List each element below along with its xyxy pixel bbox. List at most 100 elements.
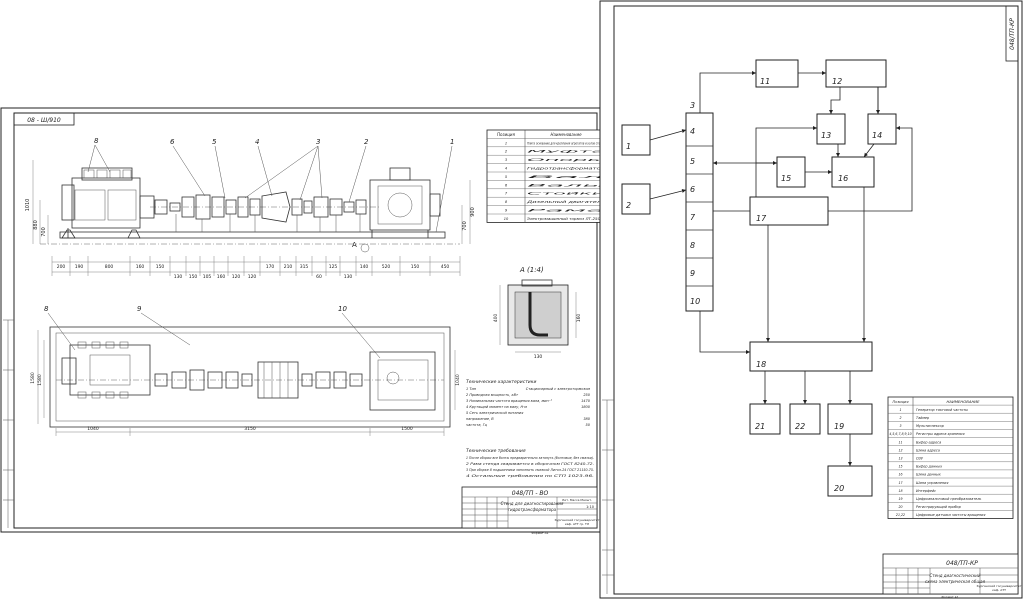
svg-text:5: 5 [690, 157, 695, 166]
svg-text:130: 130 [174, 274, 183, 280]
svg-text:15: 15 [781, 174, 791, 183]
svg-text:450: 450 [441, 264, 450, 270]
note-line: 3 При сборке 8 подшипники заполнить смаз… [466, 468, 594, 472]
legend-row-pos: 2 [899, 416, 901, 420]
svg-text:Формат А1: Формат А1 [531, 531, 548, 535]
section-mark: А [352, 241, 357, 249]
legend-row-pos: 20 [898, 505, 902, 509]
svg-text:4: 4 [690, 127, 695, 136]
svg-text:12: 12 [832, 77, 842, 86]
legend-table: Позиция НАИМЕНОВАНИЕ 1 Генератор тактовой ч… [887, 396, 1014, 519]
left-sheet: 08 - Ш/910 А 8 6 5 4 3 2 1 1010 880 700 … [0, 107, 610, 535]
svg-text:Технические характеристики: Технические характеристики [466, 379, 536, 385]
section-title: А (1:4) [519, 266, 544, 274]
callout-8: 8 [94, 137, 99, 145]
svg-text:210: 210 [284, 264, 293, 270]
svg-text:60: 60 [316, 274, 322, 280]
column-label-3: 3 [690, 101, 695, 110]
left-title-code: 048/ТП - ВО [512, 490, 549, 497]
parts-row-pos: 10 [504, 217, 509, 221]
right-stamp-code: 048/ТП-КР [1009, 18, 1016, 50]
svg-text:120: 120 [232, 274, 241, 280]
parts-row-name: Стойки [527, 192, 605, 196]
tech-value: 250 [583, 393, 590, 397]
svg-text:1040: 1040 [87, 426, 99, 432]
legend-row-pos: 13 [898, 457, 902, 461]
svg-text:19: 19 [834, 422, 844, 431]
svg-text:Лит. Масса Масшт.: Лит. Масса Масшт. [562, 498, 592, 502]
technical-drawing: 08 - Ш/910 А 8 6 5 4 3 2 1 1010 880 700 … [0, 0, 1023, 599]
legend-row-pos: 1 [899, 408, 901, 412]
tech-label: частота, Гц [466, 423, 488, 427]
legend-row-pos: 16 [898, 473, 902, 477]
svg-text:1:10: 1:10 [586, 505, 594, 509]
svg-text:1: 1 [626, 142, 631, 151]
svg-text:Технические требования: Технические требования [466, 448, 526, 454]
legend-row-pos: 18 [898, 489, 902, 493]
svg-text:170: 170 [266, 264, 275, 270]
callout-5: 5 [212, 138, 217, 146]
legend-header-name: НАИМЕНОВАНИЕ [946, 399, 980, 404]
svg-text:8: 8 [690, 241, 695, 250]
parts-row-name: Гидротрансформатор [527, 167, 605, 171]
svg-text:14: 14 [872, 131, 882, 140]
legend-row-pos: 3 [899, 424, 901, 428]
parts-row-name: Электромашинный тормоз ЛТ-250 М [526, 217, 606, 221]
parts-row-name: Опоры [527, 158, 609, 162]
svg-text:520: 520 [382, 264, 391, 270]
svg-text:1040: 1040 [455, 374, 461, 386]
register-column [685, 112, 714, 312]
svg-text:160: 160 [217, 274, 226, 280]
svg-text:160: 160 [576, 314, 582, 323]
legend-row-pos: 15 [898, 465, 902, 469]
note-line: 2 Рама стенда сваривается в сборочном ГО… [466, 462, 594, 466]
right-sheet: 048/ТП-КР 3 4 5 6 7 8 9 10 1 2 11 12 13 … [599, 0, 1023, 599]
svg-text:1500: 1500 [401, 426, 413, 432]
svg-text:105: 105 [203, 274, 212, 280]
svg-text:190: 190 [75, 264, 84, 270]
svg-text:200: 200 [57, 264, 66, 270]
svg-text:21: 21 [755, 422, 765, 431]
svg-text:1010: 1010 [25, 199, 31, 212]
legend-row-pos: 4,5,6,7,8,9,10 [889, 432, 911, 436]
left-title-block: 048/ТП - ВО Стенд для диагностирования г… [461, 486, 600, 535]
plan-callout-9: 9 [137, 305, 142, 313]
tech-label: 5 Сеть электрической питания [466, 411, 523, 415]
legend-row-name: Цифровые датчики частоты вращения [916, 513, 985, 517]
legend-row-name: Интерфейс [916, 489, 936, 493]
tech-label: 1 Тип [466, 387, 477, 391]
legend-row-name: Регистрирующий прибор [916, 505, 961, 509]
svg-text:1580: 1580 [37, 374, 43, 386]
block-18 [749, 341, 873, 372]
svg-text:140: 140 [360, 264, 369, 270]
legend-row-name: Генератор тактовой частоты [916, 408, 968, 412]
svg-text:700: 700 [41, 227, 47, 237]
legend-row-name: Цифроаналоговый преобразователь [916, 497, 981, 501]
svg-text:16: 16 [838, 174, 848, 183]
svg-text:400: 400 [493, 314, 499, 323]
svg-text:120: 120 [248, 274, 257, 280]
svg-text:800: 800 [105, 264, 114, 270]
svg-text:880: 880 [33, 220, 39, 230]
callout-1: 1 [450, 138, 454, 146]
svg-text:каф. АТТ гр. ТЛ: каф. АТТ гр. ТЛ [565, 522, 589, 526]
parts-row-pos: 1 [505, 141, 507, 145]
tech-value: 380 [583, 417, 590, 421]
svg-text:10: 10 [690, 297, 700, 306]
svg-text:150: 150 [189, 274, 198, 280]
svg-text:20: 20 [834, 484, 844, 493]
tech-value: 1800 [581, 405, 591, 409]
parts-row-name: Муфта [527, 150, 606, 154]
svg-text:Формат А1: Формат А1 [941, 595, 958, 599]
legend-row-pos: 21,22 [896, 513, 905, 517]
svg-text:каф. АТТ: каф. АТТ [992, 588, 1006, 592]
note-line: 4 Остальные требования по СТП 1023-96. [466, 474, 594, 478]
callout-4: 4 [255, 138, 259, 146]
legend-row-name: Шина адреса [916, 448, 940, 452]
svg-text:Стенд диагностический: Стенд диагностический [930, 573, 981, 578]
callout-2: 2 [364, 138, 369, 146]
parts-row-name: Вал [527, 175, 605, 179]
legend-row-pos: 17 [898, 481, 902, 485]
svg-text:6: 6 [690, 185, 695, 194]
legend-row-name: Таймер [916, 416, 929, 420]
